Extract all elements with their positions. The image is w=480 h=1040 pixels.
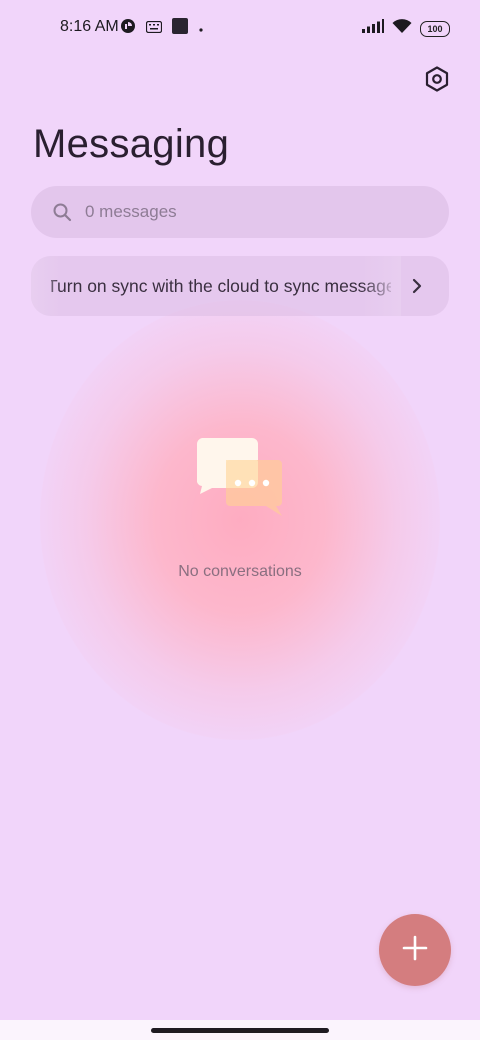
keyboard-icon — [145, 20, 163, 38]
new-conversation-button[interactable] — [379, 914, 451, 986]
background-glow — [40, 300, 440, 740]
notification-app-icon — [120, 18, 136, 39]
navigation-bar — [0, 1020, 480, 1040]
status-bar: 8:16 AM 100 — [0, 0, 480, 56]
settings-hexagon-icon — [425, 65, 449, 97]
signal-icon — [362, 19, 384, 38]
empty-state-label: No conversations — [178, 563, 302, 580]
search-bar[interactable]: 0 messages — [31, 186, 449, 238]
settings-button[interactable] — [422, 65, 452, 97]
home-indicator[interactable] — [151, 1028, 329, 1033]
sync-fade-right — [361, 256, 401, 316]
sync-banner-text: Turn on sync with the cloud to sync mess… — [51, 276, 391, 296]
dot-icon — [198, 20, 204, 38]
chevron-right-icon — [407, 276, 427, 296]
wifi-icon — [392, 18, 412, 39]
sync-fade-left — [31, 256, 61, 316]
status-notification-icons — [120, 18, 204, 39]
cloud-sync-banner[interactable]: Turn on sync with the cloud to sync mess… — [31, 256, 449, 316]
status-time: 8:16 AM — [60, 18, 119, 35]
search-placeholder: 0 messages — [85, 202, 177, 221]
square-app-icon — [172, 18, 188, 39]
battery-icon: 100 — [420, 20, 450, 37]
chat-bubbles-icon — [196, 436, 288, 518]
status-system-icons: 100 — [362, 18, 450, 39]
plus-icon — [401, 934, 429, 967]
page-title: Messaging — [33, 122, 230, 166]
messaging-screen: 8:16 AM 100 Messaging 0 messages Turn on… — [0, 0, 480, 1020]
search-icon — [51, 201, 73, 223]
